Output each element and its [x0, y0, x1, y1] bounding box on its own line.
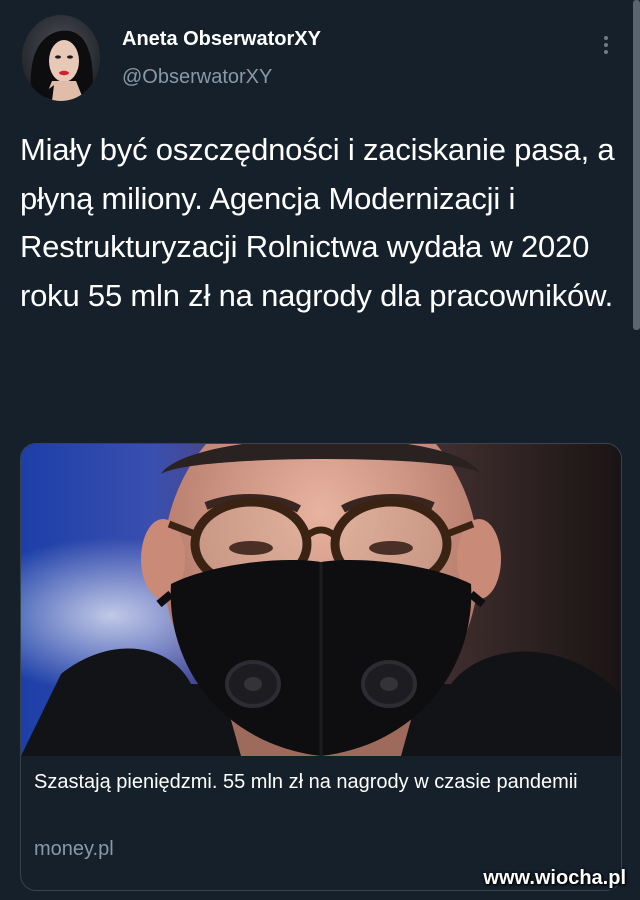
- card-domain: money.pl: [34, 838, 114, 860]
- card-title[interactable]: Szastają pieniędzmi. 55 mln zł na nagrod…: [34, 766, 604, 799]
- author-name[interactable]: Aneta ObserwatorXY: [122, 28, 321, 51]
- avatar-photo: [22, 15, 100, 101]
- tweet: Aneta ObserwatorXY @ObserwatorXY Miały b…: [0, 0, 640, 900]
- card-image: [21, 444, 621, 756]
- author-handle[interactable]: @ObserwatorXY: [122, 66, 272, 89]
- man-with-glasses-and-black-face-mask: [21, 444, 621, 756]
- link-card[interactable]: Szastają pieniędzmi. 55 mln zł na nagrod…: [20, 443, 622, 891]
- tweet-text: Miały być oszczędności i zaciskanie pasa…: [20, 132, 615, 313]
- watermark: www.wiocha.pl: [483, 867, 626, 889]
- scrollbar[interactable]: [633, 0, 640, 330]
- avatar[interactable]: [22, 15, 100, 101]
- more-vertical-icon[interactable]: [596, 30, 616, 60]
